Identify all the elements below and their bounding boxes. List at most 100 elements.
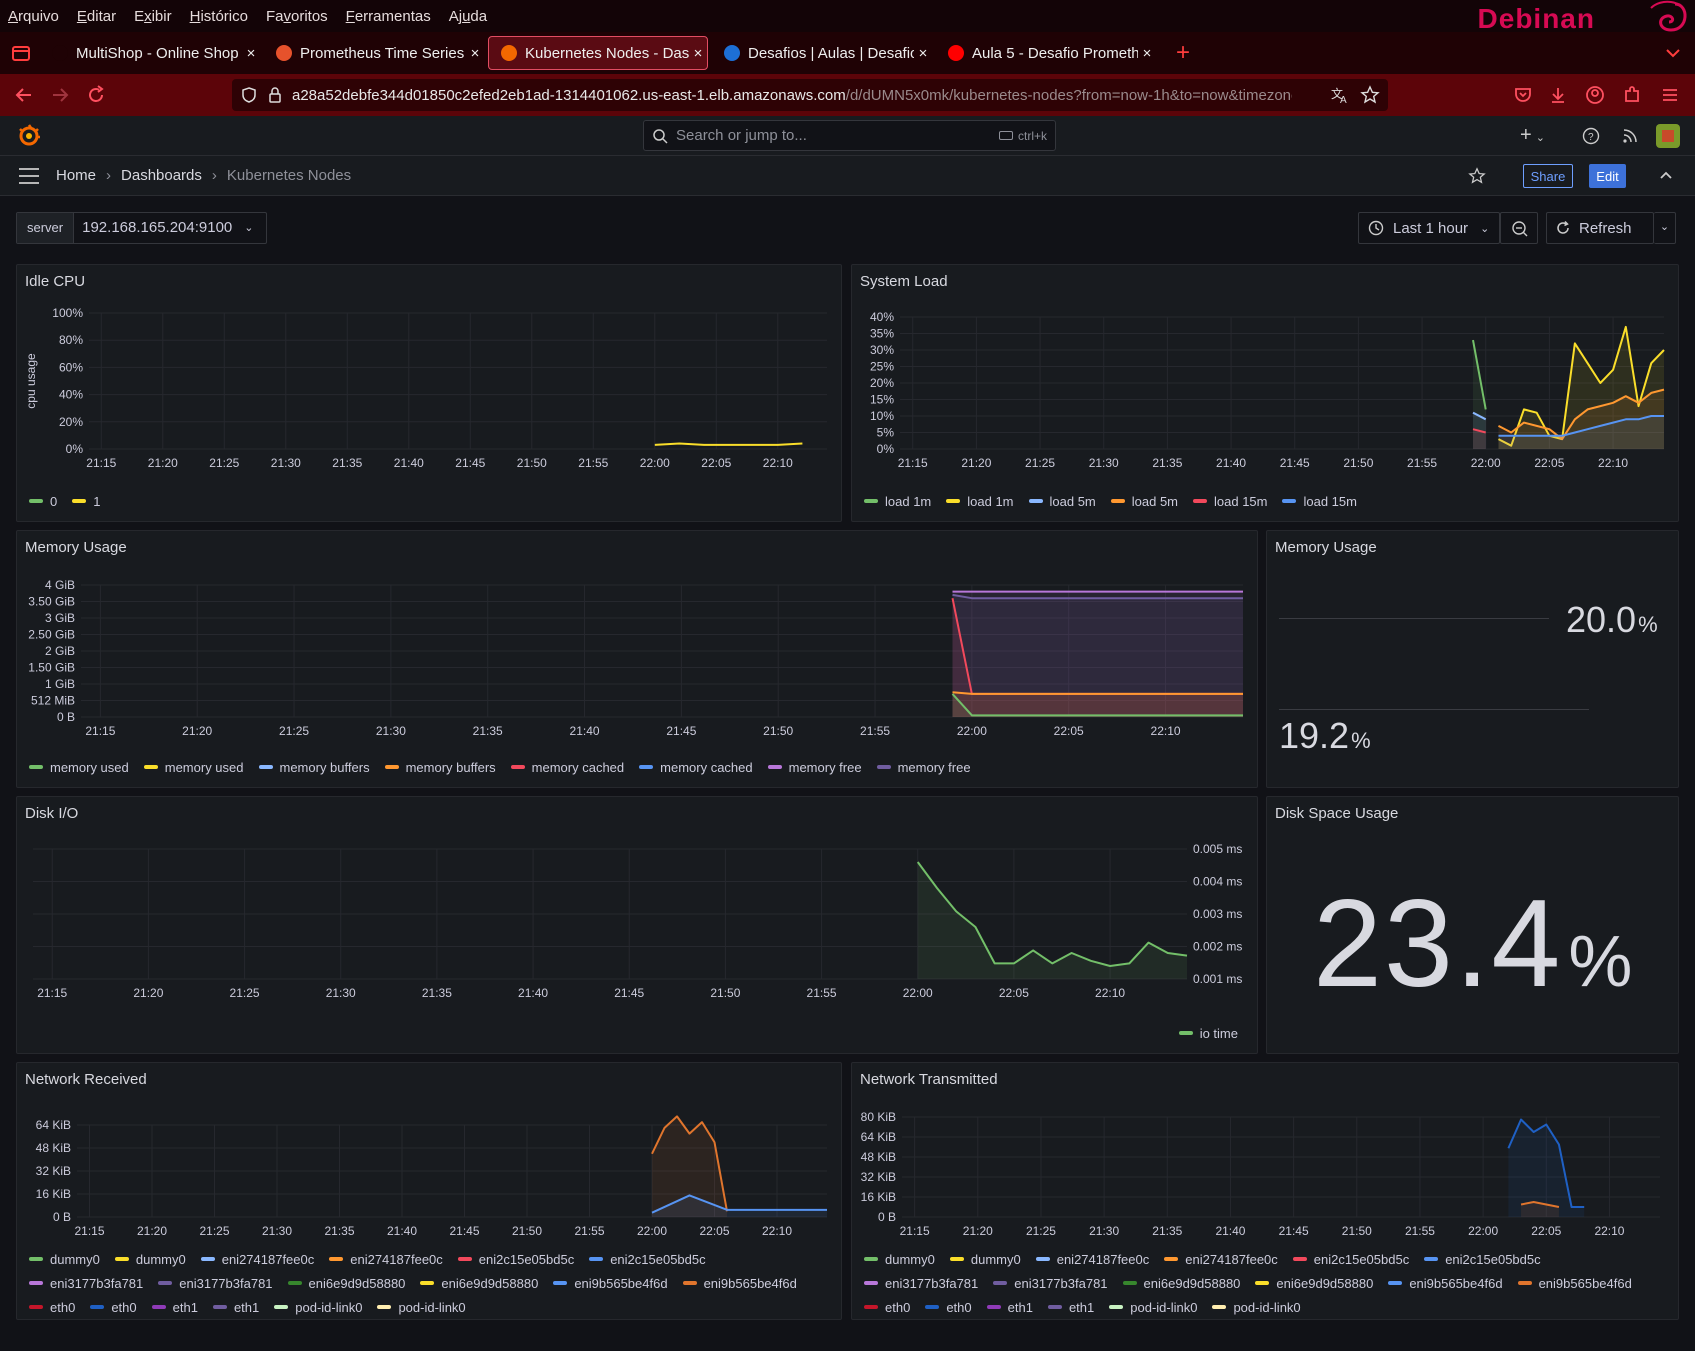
container-icon[interactable] bbox=[6, 38, 36, 68]
lock-icon[interactable] bbox=[266, 86, 284, 104]
legend-item[interactable]: load 1m bbox=[864, 489, 931, 513]
tab-list-chevron-icon[interactable] bbox=[1663, 43, 1683, 63]
panel-disk-io[interactable]: Disk I/O 0.005 ms 0.004 ms 0.003 ms 0.002 m… bbox=[16, 796, 1258, 1054]
downloads-icon[interactable] bbox=[1548, 85, 1568, 105]
shield-icon[interactable] bbox=[240, 86, 258, 104]
new-tab-button[interactable]: + bbox=[1176, 39, 1190, 67]
close-tab-icon[interactable]: × bbox=[914, 45, 932, 62]
legend-item[interactable]: memory cached bbox=[510, 755, 624, 779]
legend-item[interactable]: memory free bbox=[876, 755, 971, 779]
legend-item[interactable]: eni3177b3fa781 bbox=[158, 1271, 273, 1295]
legend-item[interactable]: pod-id-link0 bbox=[274, 1295, 362, 1319]
legend-item[interactable]: load 1m bbox=[946, 489, 1014, 513]
browser-tab[interactable]: Kubernetes Nodes - Dash × bbox=[488, 36, 708, 70]
collapse-chevron-icon[interactable] bbox=[1658, 168, 1674, 184]
legend-item[interactable]: pod-id-link0 bbox=[377, 1295, 466, 1319]
legend-item[interactable]: eni3177b3fa781 bbox=[993, 1271, 1108, 1295]
translate-icon[interactable]: 文A bbox=[1330, 85, 1350, 105]
legend-item[interactable]: eth0 bbox=[925, 1295, 972, 1319]
account-icon[interactable] bbox=[1585, 85, 1605, 105]
panel-network-received[interactable]: Network Received 64 KiB 48 KiB 32 KiB 16 Ki… bbox=[16, 1062, 842, 1320]
legend-item[interactable]: load 5m bbox=[1028, 489, 1096, 513]
pocket-icon[interactable] bbox=[1513, 85, 1533, 105]
close-tab-icon[interactable]: × bbox=[689, 45, 707, 62]
refresh-button[interactable]: Refresh bbox=[1546, 212, 1654, 244]
panel-disk-space[interactable]: Disk Space Usage 23.4% bbox=[1266, 796, 1679, 1054]
legend-item[interactable]: eth1 bbox=[986, 1295, 1033, 1319]
breadcrumb-home[interactable]: Home bbox=[56, 167, 96, 184]
legend-item[interactable]: eni9b565be4f6d bbox=[682, 1271, 797, 1295]
legend-item[interactable]: eth1 bbox=[212, 1295, 259, 1319]
legend-item[interactable]: eni6e9d9d58880 bbox=[287, 1271, 405, 1295]
legend-item[interactable]: eni274187fee0c bbox=[329, 1247, 443, 1271]
edit-button[interactable]: Edit bbox=[1589, 164, 1626, 188]
legend-item[interactable]: 1 bbox=[72, 489, 100, 513]
menu-item[interactable]: Ajuda bbox=[449, 8, 487, 25]
legend-item[interactable]: eth1 bbox=[1047, 1295, 1094, 1319]
time-range-picker[interactable]: Last 1 hour ⌄ bbox=[1358, 212, 1500, 244]
bookmark-star-icon[interactable] bbox=[1360, 85, 1380, 105]
forward-icon[interactable] bbox=[48, 83, 72, 107]
panel-memory-gauge[interactable]: Memory Usage 20.0% 19.2% bbox=[1266, 530, 1679, 788]
legend-item[interactable]: eni3177b3fa781 bbox=[864, 1271, 978, 1295]
legend-item[interactable]: load 15m bbox=[1193, 489, 1267, 513]
legend-item[interactable]: memory buffers bbox=[384, 755, 496, 779]
grafana-logo-icon[interactable] bbox=[16, 123, 42, 149]
favorite-star-icon[interactable] bbox=[1468, 167, 1486, 185]
legend-item[interactable]: eth0 bbox=[90, 1295, 137, 1319]
panel-network-transmitted[interactable]: Network Transmitted 80 KiB 64 KiB 48 KiB 32… bbox=[851, 1062, 1679, 1320]
legend-item[interactable]: eni274187fee0c bbox=[200, 1247, 314, 1271]
back-icon[interactable] bbox=[12, 83, 36, 107]
legend-item[interactable]: eni2c15e05bd5c bbox=[1424, 1247, 1541, 1271]
legend-item[interactable]: dummy0 bbox=[949, 1247, 1021, 1271]
legend-item[interactable]: eni9b565be4f6d bbox=[1388, 1271, 1503, 1295]
menu-item[interactable]: Ferramentas bbox=[346, 8, 431, 25]
legend-item[interactable]: pod-id-link0 bbox=[1109, 1295, 1197, 1319]
browser-tab[interactable]: Desafios | Aulas | Desafio × bbox=[712, 36, 932, 70]
legend-item[interactable]: memory used bbox=[29, 755, 129, 779]
close-tab-icon[interactable]: × bbox=[466, 45, 484, 62]
legend-item[interactable]: 0 bbox=[29, 489, 57, 513]
legend-item[interactable]: eni9b565be4f6d bbox=[1517, 1271, 1632, 1295]
legend-item[interactable]: dummy0 bbox=[29, 1247, 100, 1271]
legend-item[interactable]: eth0 bbox=[29, 1295, 75, 1319]
legend-item[interactable]: eni6e9d9d58880 bbox=[420, 1271, 538, 1295]
help-icon[interactable]: ? bbox=[1582, 127, 1600, 145]
legend-item[interactable]: dummy0 bbox=[114, 1247, 186, 1271]
legend-item[interactable]: eni2c15e05bd5c bbox=[457, 1247, 574, 1271]
zoom-out-button[interactable] bbox=[1500, 212, 1538, 244]
close-tab-icon[interactable]: × bbox=[242, 45, 260, 62]
app-menu-icon[interactable] bbox=[1660, 85, 1680, 105]
legend-item[interactable]: memory used bbox=[143, 755, 244, 779]
extensions-icon[interactable] bbox=[1622, 85, 1642, 105]
panel-memory-usage[interactable]: Memory Usage 4 GiB 3.50 GiB 3 GiB 2.50 GiB 2… bbox=[16, 530, 1258, 788]
legend-item[interactable]: eni6e9d9d58880 bbox=[1255, 1271, 1373, 1295]
legend-item[interactable]: eth1 bbox=[151, 1295, 198, 1319]
legend-item[interactable]: eni2c15e05bd5c bbox=[1292, 1247, 1409, 1271]
search-input[interactable]: Search or jump to... ctrl+k bbox=[643, 120, 1056, 151]
refresh-interval-dropdown[interactable]: ⌄ bbox=[1654, 212, 1676, 244]
news-feed-icon[interactable] bbox=[1621, 127, 1639, 145]
legend-item[interactable]: dummy0 bbox=[864, 1247, 935, 1271]
legend-item[interactable]: memory free bbox=[767, 755, 862, 779]
legend-item[interactable]: eni9b565be4f6d bbox=[553, 1271, 668, 1295]
legend-item[interactable]: load 15m bbox=[1282, 489, 1357, 513]
panel-system-load[interactable]: System Load 40% 35% 30% 25% 20% 15% 10% 5% 0% 21:… bbox=[851, 264, 1679, 522]
legend-item[interactable]: eni6e9d9d58880 bbox=[1122, 1271, 1240, 1295]
browser-tab[interactable]: MultiShop - Online Shop We× bbox=[40, 36, 260, 70]
browser-tab[interactable]: Aula 5 - Desafio Prometh × bbox=[936, 36, 1156, 70]
legend-item[interactable]: memory cached bbox=[639, 755, 753, 779]
close-tab-icon[interactable]: × bbox=[1138, 45, 1156, 62]
menu-item[interactable]: Exibir bbox=[134, 8, 172, 25]
menu-item[interactable]: Favoritos bbox=[266, 8, 328, 25]
url-field[interactable]: a28a52debfe344d01850c2efed2eb1ad-1314401… bbox=[232, 79, 1388, 111]
legend-item[interactable]: eni274187fee0c bbox=[1035, 1247, 1149, 1271]
legend-item[interactable]: pod-id-link0 bbox=[1212, 1295, 1301, 1319]
legend-item[interactable]: eni3177b3fa781 bbox=[29, 1271, 143, 1295]
reload-icon[interactable] bbox=[84, 83, 108, 107]
panel-idle-cpu[interactable]: Idle CPU 100% 80% 60% 40% 20% 0% 21:15 21:20 21:… bbox=[16, 264, 842, 522]
browser-tab[interactable]: Prometheus Time Series × bbox=[264, 36, 484, 70]
server-select[interactable]: 192.168.165.204:9100 ⌄ bbox=[74, 213, 265, 243]
legend-item[interactable]: memory buffers bbox=[258, 755, 370, 779]
menu-item[interactable]: Histórico bbox=[190, 8, 248, 25]
